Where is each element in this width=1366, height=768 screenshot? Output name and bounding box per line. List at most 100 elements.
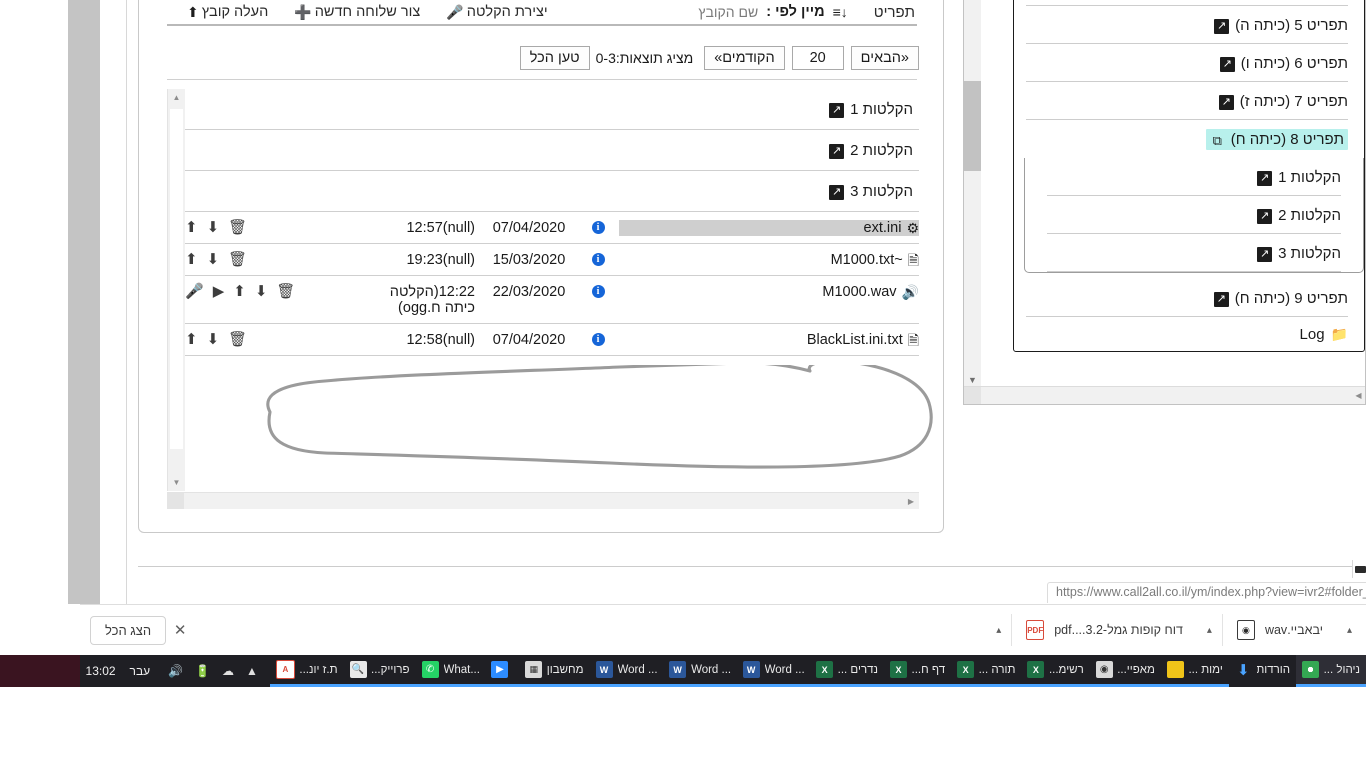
show-hidden-icons-chevron-icon[interactable]: ▲ bbox=[240, 664, 264, 678]
download-icon[interactable]: ⬇ bbox=[255, 284, 268, 300]
load-all-button[interactable]: טען הכל bbox=[519, 46, 590, 70]
taskbar-app-excel-2[interactable]: X תורה ... bbox=[951, 655, 1022, 687]
vertical-scroll-thumb[interactable] bbox=[170, 109, 183, 449]
tree-scroll-left-arrow-icon[interactable]: ◀ bbox=[1350, 387, 1365, 404]
taskbar-start-area[interactable] bbox=[0, 655, 80, 687]
taskbar-app-zoom[interactable]: ▶ bbox=[485, 655, 520, 687]
tree-item-link[interactable]: תפריט 8 (כיתה ח) bbox=[1205, 128, 1348, 150]
folder-entry[interactable]: הקלטות 1 bbox=[829, 101, 919, 118]
file-list-vertical-scrollbar[interactable]: ▲ ▼ bbox=[167, 89, 185, 491]
table-row[interactable]: ext.ini ⚙ 07/04/2020 12:57(null) ⬆ ⬇ 🗑 bbox=[185, 212, 919, 244]
download-item-1-menu-icon[interactable]: ▴ bbox=[986, 625, 1011, 636]
tree-item-link[interactable]: תפריט 7 (כיתה ז) bbox=[1218, 93, 1348, 110]
folder-entry[interactable]: הקלטות 3 bbox=[829, 183, 919, 200]
file-name-cell[interactable]: BlackList.ini.txt 🗎 bbox=[619, 332, 919, 348]
taskbar-app-calculator[interactable]: ▦ מחשבון bbox=[519, 655, 590, 687]
create-recording-button[interactable]: יצירת הקלטה 🎤 bbox=[446, 4, 547, 20]
trash-icon[interactable]: 🗑 bbox=[276, 284, 295, 300]
tree-item-log[interactable]: Log 📁 bbox=[1014, 317, 1364, 351]
file-name-cell[interactable]: M1000.wav 🔊 bbox=[619, 284, 919, 300]
taskbar-app-downloads[interactable]: ⬇ הורדות bbox=[1228, 655, 1297, 687]
table-row[interactable]: BlackList.ini.txt 🗎 07/04/2020 12:58(nul… bbox=[185, 324, 919, 356]
taskbar-app-camera[interactable]: ◉ מאפיי... bbox=[1089, 655, 1161, 687]
tree-item-menu-5[interactable]: תפריט 5 (כיתה ה) bbox=[1014, 6, 1364, 44]
tree-item-link[interactable]: תפריט 6 (כיתה ו) bbox=[1219, 55, 1348, 72]
list-item[interactable]: הקלטות 1 bbox=[185, 89, 919, 130]
file-name-cell[interactable]: ext.ini ⚙ bbox=[619, 220, 919, 236]
taskbar-app-word-2[interactable]: W Word ... bbox=[663, 655, 737, 687]
file-list-horizontal-scrollbar[interactable]: ▶ ◀ bbox=[167, 492, 919, 509]
file-info-cell[interactable] bbox=[577, 284, 619, 298]
volume-icon[interactable]: 🔊 bbox=[162, 664, 189, 678]
tree-item-link[interactable]: Log 📁 bbox=[1300, 326, 1348, 343]
new-extension-button[interactable]: צור שלוחה חדשה ➕ bbox=[294, 4, 420, 20]
taskbar-app-yemot-folder[interactable]: ימות ... bbox=[1160, 655, 1229, 687]
taskbar-app-excel-3[interactable]: X דף ח... bbox=[883, 655, 952, 687]
download-item-pdf[interactable]: PDF דוח קופות גמל-3.2....pdf bbox=[1011, 614, 1197, 646]
taskbar-app-chrome[interactable]: ניהול ... bbox=[1296, 655, 1366, 687]
tree-item-menu-7[interactable]: תפריט 7 (כיתה ז) bbox=[1014, 82, 1364, 120]
sort-control[interactable]: ↓≡ מיין לפי : שם הקובץ bbox=[698, 4, 847, 20]
scroll-down-arrow-icon[interactable]: ▼ bbox=[168, 474, 185, 491]
taskbar-app-project[interactable]: 🔍 פרוייק... bbox=[343, 655, 416, 687]
scroll-right-arrow-icon[interactable]: ▶ bbox=[903, 493, 919, 509]
prev-page-button[interactable]: הקודמים» bbox=[704, 46, 785, 70]
trash-icon[interactable]: 🗑 bbox=[228, 332, 247, 348]
tree-horizontal-scrollbar[interactable]: ◀ ▶ bbox=[964, 386, 1365, 404]
table-row[interactable]: M1000.txt~ 🗎 15/03/2020 19:23(null) ⬆ ⬇ … bbox=[185, 244, 919, 276]
folder-entry[interactable]: הקלטות 2 bbox=[829, 142, 919, 159]
taskbar-language-indicator[interactable]: עבר bbox=[124, 655, 157, 687]
taskbar-app-excel-1[interactable]: X רשימ... bbox=[1021, 655, 1090, 687]
tree-item-link[interactable]: הקלטות 2 bbox=[1257, 207, 1341, 224]
next-page-button[interactable]: «הבאים bbox=[850, 46, 919, 70]
tree-item-link[interactable]: תפריט 9 (כיתה ח) bbox=[1213, 290, 1348, 307]
taskbar-app-excel-4[interactable]: X נדרים ... bbox=[810, 655, 884, 687]
trash-icon[interactable]: 🗑 bbox=[228, 220, 247, 236]
download-shelf-trailing-menu-icon[interactable]: ▴ bbox=[1337, 625, 1362, 636]
file-info-cell[interactable] bbox=[577, 220, 619, 234]
tree-child-recordings-1[interactable]: הקלטות 1 bbox=[1025, 158, 1363, 196]
list-item[interactable]: הקלטות 2 bbox=[185, 130, 919, 171]
table-row[interactable]: M1000.wav 🔊 22/03/2020 12:22(הקלטה כיתה … bbox=[185, 276, 919, 324]
scroll-up-arrow-icon[interactable]: ▲ bbox=[168, 89, 185, 106]
upload-icon[interactable]: ⬆ bbox=[185, 220, 198, 236]
download-item-wav[interactable]: ◉ יבאביי.wav bbox=[1221, 614, 1337, 646]
tree-item-menu-8-selected[interactable]: תפריט 8 (כיתה ח) bbox=[1014, 120, 1364, 158]
tree-child-recordings-2[interactable]: הקלטות 2 bbox=[1025, 196, 1363, 234]
file-info-cell[interactable] bbox=[577, 332, 619, 346]
tree-item-link[interactable]: תפריט 5 (כיתה ה) bbox=[1214, 17, 1348, 34]
tree-vertical-scroll-thumb[interactable] bbox=[964, 81, 981, 171]
file-name-cell[interactable]: M1000.txt~ 🗎 bbox=[619, 252, 919, 268]
download-item-2-menu-icon[interactable]: ▴ bbox=[1197, 625, 1222, 636]
upload-file-button[interactable]: העלה קובץ ⬆ bbox=[187, 4, 268, 20]
info-icon[interactable] bbox=[591, 253, 605, 266]
info-icon[interactable] bbox=[591, 285, 605, 298]
onedrive-icon[interactable]: ☁ bbox=[216, 664, 240, 678]
download-icon[interactable]: ⬇ bbox=[207, 332, 220, 348]
download-icon[interactable]: ⬇ bbox=[207, 220, 220, 236]
close-icon[interactable]: ✕ bbox=[166, 616, 194, 644]
tree-item-link[interactable]: הקלטות 3 bbox=[1257, 245, 1341, 262]
info-icon[interactable] bbox=[591, 221, 605, 234]
info-icon[interactable] bbox=[591, 333, 605, 346]
upload-icon[interactable]: ⬆ bbox=[233, 284, 246, 300]
upload-icon[interactable]: ⬆ bbox=[185, 252, 198, 268]
tree-item-menu-9[interactable]: תפריט 9 (כיתה ח) bbox=[1014, 279, 1364, 317]
microphone-icon[interactable]: 🎤 bbox=[185, 284, 204, 300]
upload-icon[interactable]: ⬆ bbox=[185, 332, 198, 348]
tree-item-link[interactable]: הקלטות 1 bbox=[1257, 169, 1341, 186]
page-size-input[interactable]: 20 bbox=[791, 46, 844, 70]
taskbar-app-word-3[interactable]: W Word ... bbox=[589, 655, 664, 687]
tree-child-recordings-3[interactable]: הקלטות 3 bbox=[1025, 234, 1363, 272]
play-icon[interactable]: ▶ bbox=[213, 284, 225, 300]
tree-item-menu-6[interactable]: תפריט 6 (כיתה ו) bbox=[1014, 44, 1364, 82]
file-info-cell[interactable] bbox=[577, 252, 619, 266]
battery-icon[interactable]: 🔋 bbox=[189, 664, 216, 678]
taskbar-app-word-1[interactable]: W Word ... bbox=[736, 655, 811, 687]
download-icon[interactable]: ⬇ bbox=[207, 252, 220, 268]
trash-icon[interactable]: 🗑 bbox=[228, 252, 247, 268]
sort-icon[interactable]: ↓≡ bbox=[833, 5, 848, 19]
list-item[interactable]: הקלטות 3 bbox=[185, 171, 919, 212]
menu-button[interactable]: תפריט bbox=[874, 4, 915, 21]
taskbar-app-pdf[interactable]: A ת.ז יונ... bbox=[269, 655, 344, 687]
